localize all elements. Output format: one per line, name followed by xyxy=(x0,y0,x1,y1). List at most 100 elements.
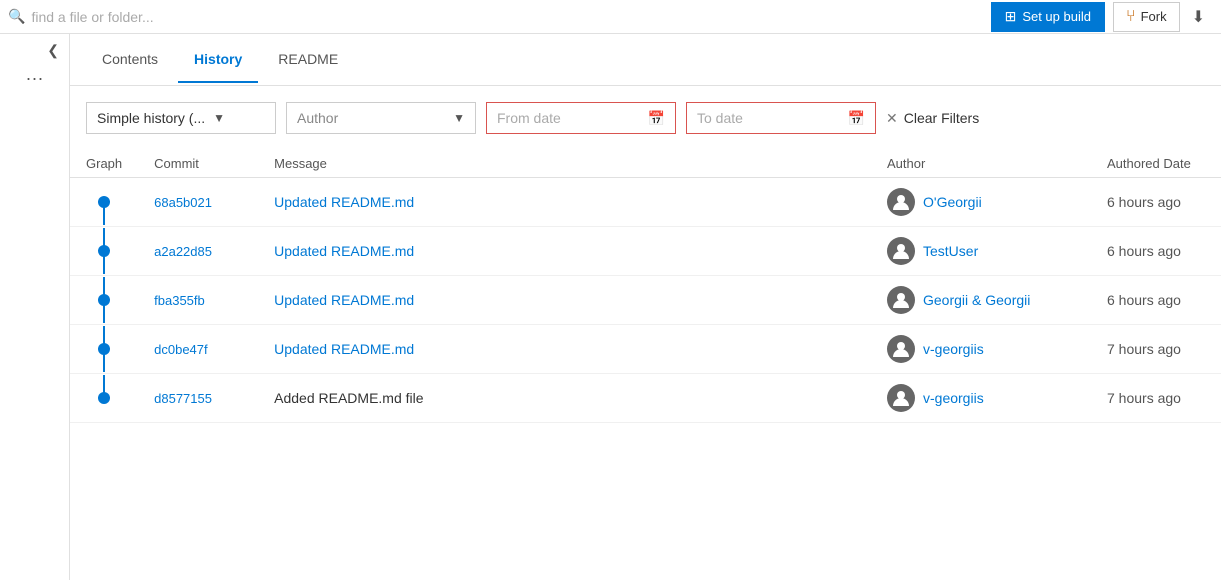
graph-dot xyxy=(98,196,110,208)
graph-cell xyxy=(70,178,138,227)
setup-build-button[interactable]: ⊞ Set up build xyxy=(991,2,1105,32)
authored-date-cell: 6 hours ago xyxy=(1091,276,1221,325)
setup-build-icon: ⊞ xyxy=(1005,8,1017,25)
authored-date-cell: 6 hours ago xyxy=(1091,178,1221,227)
fork-button[interactable]: ⑂ Fork xyxy=(1113,2,1180,32)
commit-message[interactable]: Updated README.md xyxy=(274,194,414,210)
authored-date-cell: 7 hours ago xyxy=(1091,325,1221,374)
table-row: a2a22d85 Updated README.md TestUser 6 hours… xyxy=(70,227,1221,276)
fork-icon: ⑂ xyxy=(1126,8,1136,26)
author-cell: v-georgiis xyxy=(871,374,1091,423)
from-date-filter[interactable]: From date 📅 xyxy=(486,102,676,134)
commit-message-cell: Updated README.md xyxy=(258,325,871,374)
clear-filters-button[interactable]: ✕ Clear Filters xyxy=(886,110,979,127)
tab-contents[interactable]: Contents xyxy=(86,37,174,83)
download-button[interactable]: ⬇ xyxy=(1188,3,1209,31)
sidebar: ❮ ··· xyxy=(0,34,70,580)
graph-cell xyxy=(70,325,138,374)
to-date-filter[interactable]: To date 📅 xyxy=(686,102,876,134)
layout: ❮ ··· Contents History README Simple his… xyxy=(0,34,1221,580)
commit-hash-link[interactable]: a2a22d85 xyxy=(154,244,212,259)
avatar xyxy=(887,286,915,314)
history-table: Graph Commit Message Author Authored Dat… xyxy=(70,150,1221,423)
author-cell: O'Georgii xyxy=(871,178,1091,227)
graph-dot xyxy=(98,392,110,404)
to-date-calendar-icon: 📅 xyxy=(848,110,865,127)
history-type-filter[interactable]: Simple history (... ▼ xyxy=(86,102,276,134)
avatar xyxy=(887,188,915,216)
top-bar-actions: ⊞ Set up build ⑂ Fork ⬇ xyxy=(991,2,1209,32)
avatar xyxy=(887,335,915,363)
sidebar-collapse-area: ❮ xyxy=(0,42,69,59)
author-filter[interactable]: Author ▼ xyxy=(286,102,476,134)
author-name[interactable]: v-georgiis xyxy=(923,390,984,406)
graph-dot xyxy=(98,343,110,355)
to-date-placeholder: To date xyxy=(697,110,743,126)
setup-build-label: Set up build xyxy=(1022,9,1091,24)
authored-date-cell: 7 hours ago xyxy=(1091,374,1221,423)
col-message: Message xyxy=(258,150,871,178)
author-name[interactable]: TestUser xyxy=(923,243,978,259)
commit-message-cell: Updated README.md xyxy=(258,276,871,325)
commit-hash-cell: dc0be47f xyxy=(138,325,258,374)
commit-message[interactable]: Updated README.md xyxy=(274,341,414,357)
author-cell: v-georgiis xyxy=(871,325,1091,374)
tab-history[interactable]: History xyxy=(178,37,258,83)
col-graph: Graph xyxy=(70,150,138,178)
clear-filters-x-icon: ✕ xyxy=(886,110,898,127)
author-name[interactable]: Georgii & Georgii xyxy=(923,292,1030,308)
author-chevron: ▼ xyxy=(453,111,465,125)
search-placeholder: find a file or folder... xyxy=(31,9,153,25)
collapse-icon: ❮ xyxy=(47,42,59,58)
commit-message-cell: Updated README.md xyxy=(258,227,871,276)
filters-row: Simple history (... ▼ Author ▼ From date… xyxy=(70,86,1221,150)
commit-hash-link[interactable]: d8577155 xyxy=(154,391,212,406)
col-commit: Commit xyxy=(138,150,258,178)
graph-cell xyxy=(70,374,138,423)
top-bar: 🔍 find a file or folder... ⊞ Set up buil… xyxy=(0,0,1221,34)
commit-message[interactable]: Updated README.md xyxy=(274,292,414,308)
from-date-placeholder: From date xyxy=(497,110,561,126)
clear-filters-label: Clear Filters xyxy=(904,110,979,126)
author-placeholder: Author xyxy=(297,110,338,126)
author-name[interactable]: v-georgiis xyxy=(923,341,984,357)
avatar xyxy=(887,384,915,412)
table-row: dc0be47f Updated README.md v-georgiis 7 hou… xyxy=(70,325,1221,374)
sidebar-more-button[interactable]: ··· xyxy=(26,69,44,87)
table-row: fba355fb Updated README.md Georgii & Georg… xyxy=(70,276,1221,325)
col-date: Authored Date xyxy=(1091,150,1221,178)
commit-hash-cell: fba355fb xyxy=(138,276,258,325)
history-type-chevron: ▼ xyxy=(213,111,225,125)
graph-cell xyxy=(70,227,138,276)
commit-hash-link[interactable]: 68a5b021 xyxy=(154,195,212,210)
table-header-row: Graph Commit Message Author Authored Dat… xyxy=(70,150,1221,178)
graph-dot xyxy=(98,294,110,306)
search-area: 🔍 find a file or folder... xyxy=(0,8,991,25)
authored-date-cell: 6 hours ago xyxy=(1091,227,1221,276)
col-author: Author xyxy=(871,150,1091,178)
tab-readme[interactable]: README xyxy=(262,37,354,83)
dots-icon: ··· xyxy=(26,68,44,88)
graph-dot xyxy=(98,245,110,257)
commit-message-cell: Added README.md file xyxy=(258,374,871,423)
commit-hash-link[interactable]: fba355fb xyxy=(154,293,205,308)
sidebar-collapse-button[interactable]: ❮ xyxy=(47,42,59,59)
search-icon: 🔍 xyxy=(8,8,25,25)
table-row: d8577155 Added README.md file v-georgiis 7 … xyxy=(70,374,1221,423)
commit-hash-link[interactable]: dc0be47f xyxy=(154,342,208,357)
avatar xyxy=(887,237,915,265)
author-cell: Georgii & Georgii xyxy=(871,276,1091,325)
tab-bar: Contents History README xyxy=(70,34,1221,86)
history-type-label: Simple history (... xyxy=(97,110,205,126)
table-row: 68a5b021 Updated README.md O'Georgii 6 hour… xyxy=(70,178,1221,227)
commit-message: Added README.md file xyxy=(274,390,423,406)
commit-message-cell: Updated README.md xyxy=(258,178,871,227)
main-content: Contents History README Simple history (… xyxy=(70,34,1221,580)
commit-message[interactable]: Updated README.md xyxy=(274,243,414,259)
author-name[interactable]: O'Georgii xyxy=(923,194,982,210)
commit-hash-cell: 68a5b021 xyxy=(138,178,258,227)
graph-cell xyxy=(70,276,138,325)
download-icon: ⬇ xyxy=(1192,9,1205,26)
fork-label: Fork xyxy=(1141,9,1167,24)
commit-hash-cell: a2a22d85 xyxy=(138,227,258,276)
